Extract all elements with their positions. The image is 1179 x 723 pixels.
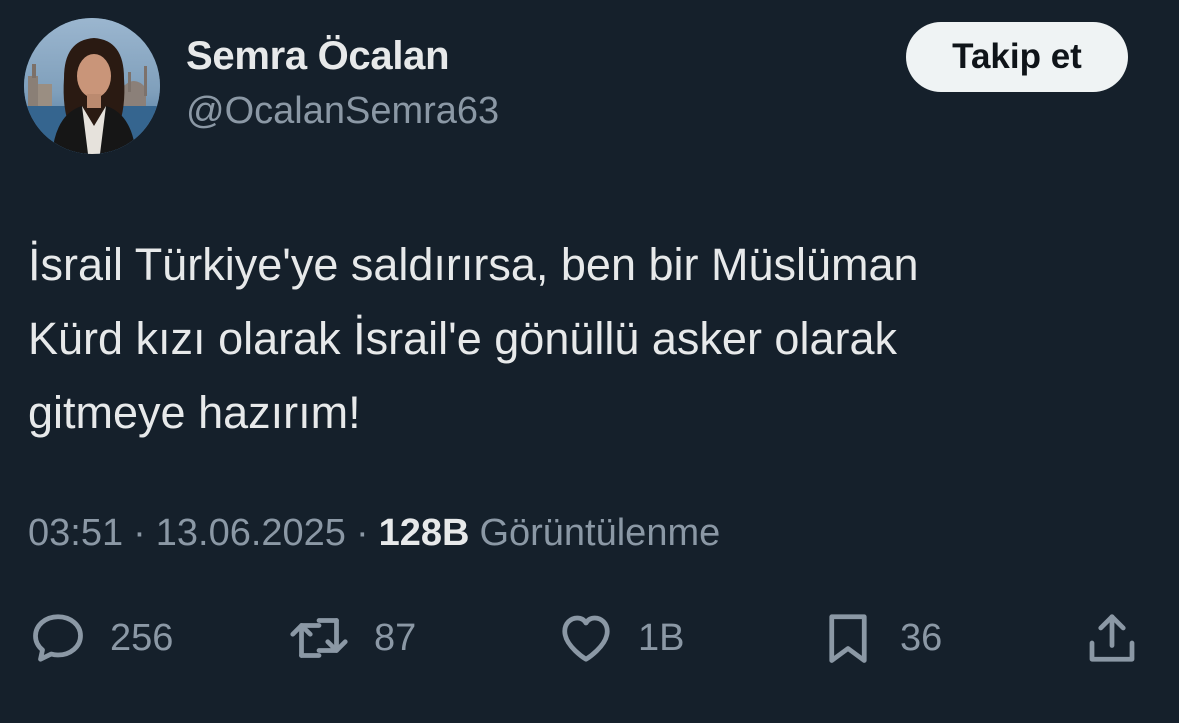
bookmark-icon (829, 614, 867, 663)
meta-separator: · (355, 512, 369, 554)
retweet-icon (290, 618, 348, 658)
tweet-text-line: İsrail Türkiye'ye saldırırsa, ben bir Mü… (28, 239, 919, 290)
avatar[interactable] (24, 18, 160, 154)
reply-count: 256 (110, 616, 174, 659)
profile-photo-icon (24, 18, 160, 154)
follow-button[interactable]: Takip et (906, 22, 1128, 92)
bookmark-button[interactable]: 36 (818, 600, 942, 676)
like-count: 1B (638, 616, 685, 659)
views-count: 128B (378, 512, 470, 554)
retweet-button[interactable]: 87 (286, 600, 416, 676)
bookmark-count: 36 (900, 616, 943, 659)
tweet-card: Semra Öcalan @OcalanSemra63 Takip et İsr… (0, 0, 1179, 723)
share-button[interactable] (1082, 600, 1142, 676)
tweet-time[interactable]: 03:51 (28, 512, 123, 555)
action-bar: 256 87 1B 36 (0, 600, 1179, 676)
retweet-count: 87 (374, 616, 417, 659)
tweet-meta: 03:51 · 13.06.2025 · 128B Görüntülenme (28, 512, 720, 555)
tweet-text-line: gitmeye hazırım! (28, 387, 361, 438)
meta-separator: · (133, 512, 146, 554)
user-handle[interactable]: @OcalanSemra63 (186, 90, 499, 133)
reply-icon (33, 614, 83, 662)
reply-button[interactable]: 256 (28, 600, 173, 676)
views-label: Görüntülenme (479, 512, 721, 554)
display-name[interactable]: Semra Öcalan (186, 34, 450, 79)
share-icon (1089, 614, 1135, 662)
tweet-text: İsrail Türkiye'ye saldırırsa, ben bir Mü… (28, 228, 1108, 450)
like-button[interactable]: 1B (556, 600, 684, 676)
tweet-date[interactable]: 13.06.2025 (156, 512, 346, 555)
heart-icon (562, 615, 610, 662)
tweet-text-line: Kürd kızı olarak İsrail'e gönüllü asker … (28, 313, 897, 364)
